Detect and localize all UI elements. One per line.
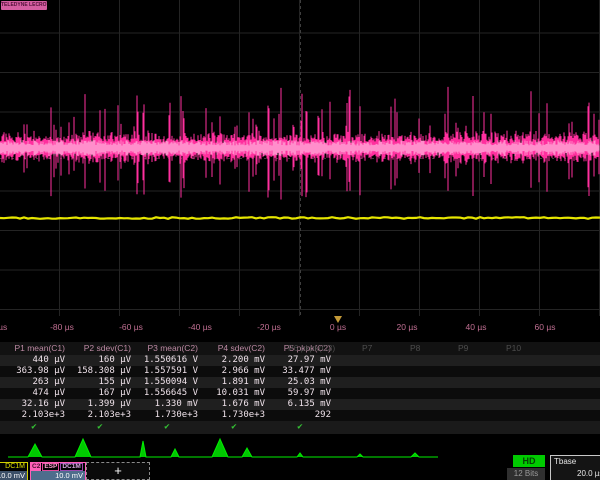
measure-header[interactable]: P1 mean(C1) <box>3 342 65 355</box>
measure-column-5: P5 pkpk(C2)27.97 mV33.477 mV25.03 mV59.9… <box>269 342 331 434</box>
measure-cell: 1.891 mV <box>203 377 265 388</box>
measure-header[interactable]: P3 mean(C2) <box>136 342 198 355</box>
measure-cell: 1.550616 V <box>136 355 198 366</box>
measure-cell: 292 <box>269 410 331 421</box>
measure-header[interactable]: P2 sdev(C1) <box>69 342 131 355</box>
measure-header[interactable]: P4 sdev(C2) <box>203 342 265 355</box>
measurement-trend-trace <box>0 435 600 462</box>
measure-header-inactive[interactable]: P8 <box>410 342 420 355</box>
measure-cell: 474 µV <box>3 388 65 399</box>
measure-header-inactive[interactable]: P9 <box>458 342 468 355</box>
c2-vdiv-value: 10.0 mV <box>31 471 85 480</box>
time-axis-label: 60 µs <box>535 322 556 332</box>
measure-column-3: P3 mean(C2)1.550616 V1.557591 V1.550094 … <box>136 342 198 434</box>
measure-cell: 1.556645 V <box>136 388 198 399</box>
measure-cell: 160 µV <box>69 355 131 366</box>
waveform-canvas <box>0 0 600 316</box>
measure-cell: 158.308 µV <box>69 366 131 377</box>
measure-cell: 1.730e+3 <box>203 410 265 421</box>
histogram-path <box>8 439 438 457</box>
measure-cell: 2.103e+3 <box>69 410 131 421</box>
measure-cell: 167 µV <box>69 388 131 399</box>
add-new-trace-button[interactable]: + <box>86 462 150 480</box>
channel-c2-descriptor[interactable]: C2 ESP DC1M 10.0 mV <box>30 462 86 480</box>
time-axis-label: -80 µs <box>50 322 74 332</box>
measure-cell: 2.966 mV <box>203 366 265 377</box>
time-axis-label: -20 µs <box>257 322 281 332</box>
measure-cell: 363.98 µV <box>3 366 65 377</box>
timebase-label: Tbase <box>551 456 600 468</box>
resolution-bits-label: 12 Bits <box>507 468 545 480</box>
measure-cell: 1.676 mV <box>203 399 265 410</box>
measure-cell: 2.103e+3 <box>3 410 65 421</box>
c2-processing-chip: ESP <box>42 463 59 471</box>
measure-cell: 1.557591 V <box>136 366 198 377</box>
measure-cell: 1.399 µV <box>69 399 131 410</box>
time-axis-label: -60 µs <box>119 322 143 332</box>
measure-cell: 6.135 mV <box>269 399 331 410</box>
time-axis-label: 40 µs <box>466 322 487 332</box>
measure-column-1: P1 mean(C1)440 µV363.98 µV263 µV474 µV32… <box>3 342 65 434</box>
measure-cell: 1.330 mV <box>136 399 198 410</box>
measurement-table: P1 mean(C1)440 µV363.98 µV263 µV474 µV32… <box>0 342 600 435</box>
time-axis-label: 20 µs <box>397 322 418 332</box>
measure-cell: 263 µV <box>3 377 65 388</box>
graticule <box>0 0 600 316</box>
measure-cell: 33.477 mV <box>269 366 331 377</box>
measure-status-check-icon: ✔ <box>269 421 331 434</box>
measure-cell: 25.03 mV <box>269 377 331 388</box>
measure-cell: 2.200 mV <box>203 355 265 366</box>
measure-cell: 10.031 mV <box>203 388 265 399</box>
measure-cell: 155 µV <box>69 377 131 388</box>
logo-badge: TELEDYNE LECROY <box>1 1 47 10</box>
c1-flat-trace <box>0 217 600 219</box>
time-axis-label: -100 µs <box>0 322 7 332</box>
measure-cell: 440 µV <box>3 355 65 366</box>
measure-status-check-icon: ✔ <box>203 421 265 434</box>
channel-c1-descriptor[interactable]: DC1M 10.0 mV <box>0 462 28 480</box>
measure-status-check-icon: ✔ <box>3 421 65 434</box>
time-axis-label: 0 µs <box>330 322 346 332</box>
oscilloscope-screen: TELEDYNE LECROY -100 µs -80 µs -60 µs -40 µ… <box>0 0 600 480</box>
measure-status-check-icon: ✔ <box>69 421 131 434</box>
time-axis: -100 µs -80 µs -60 µs -40 µs -20 µs 0 µs 20 µs… <box>0 316 600 342</box>
measure-header-inactive[interactable]: P7 <box>362 342 372 355</box>
measure-status-check-icon: ✔ <box>136 421 198 434</box>
measure-header-inactive[interactable]: P10 <box>506 342 521 355</box>
time-axis-label: -40 µs <box>188 322 212 332</box>
c1-coupling-label: DC1M <box>5 463 25 471</box>
c1-vdiv-value: 10.0 mV <box>0 471 27 480</box>
timebase-value: 20.0 µs <box>551 468 600 480</box>
measure-cell: 1.730e+3 <box>136 410 198 421</box>
c2-coupling-chip: DC1M <box>60 463 82 471</box>
measure-column-4: P4 sdev(C2)2.200 mV2.966 mV1.891 mV10.03… <box>203 342 265 434</box>
measure-column-2: P2 sdev(C1)160 µV158.308 µV155 µV167 µV1… <box>69 342 131 434</box>
timebase-descriptor[interactable]: Tbase 20.0 µs <box>550 455 600 480</box>
measure-header-inactive[interactable]: P6 pkpk(C3) <box>288 342 335 355</box>
c2-noise-trace-core <box>0 140 599 156</box>
measure-cell: 32.16 µV <box>3 399 65 410</box>
descriptor-bar: DC1M 10.0 mV C2 ESP DC1M 10.0 mV + HD 12… <box>0 462 600 480</box>
c2-label-chip: C2 <box>31 463 41 471</box>
hd-mode-badge[interactable]: HD <box>513 455 545 467</box>
measure-cell: 59.97 mV <box>269 388 331 399</box>
measure-cell: 1.550094 V <box>136 377 198 388</box>
measure-cell: 27.97 mV <box>269 355 331 366</box>
